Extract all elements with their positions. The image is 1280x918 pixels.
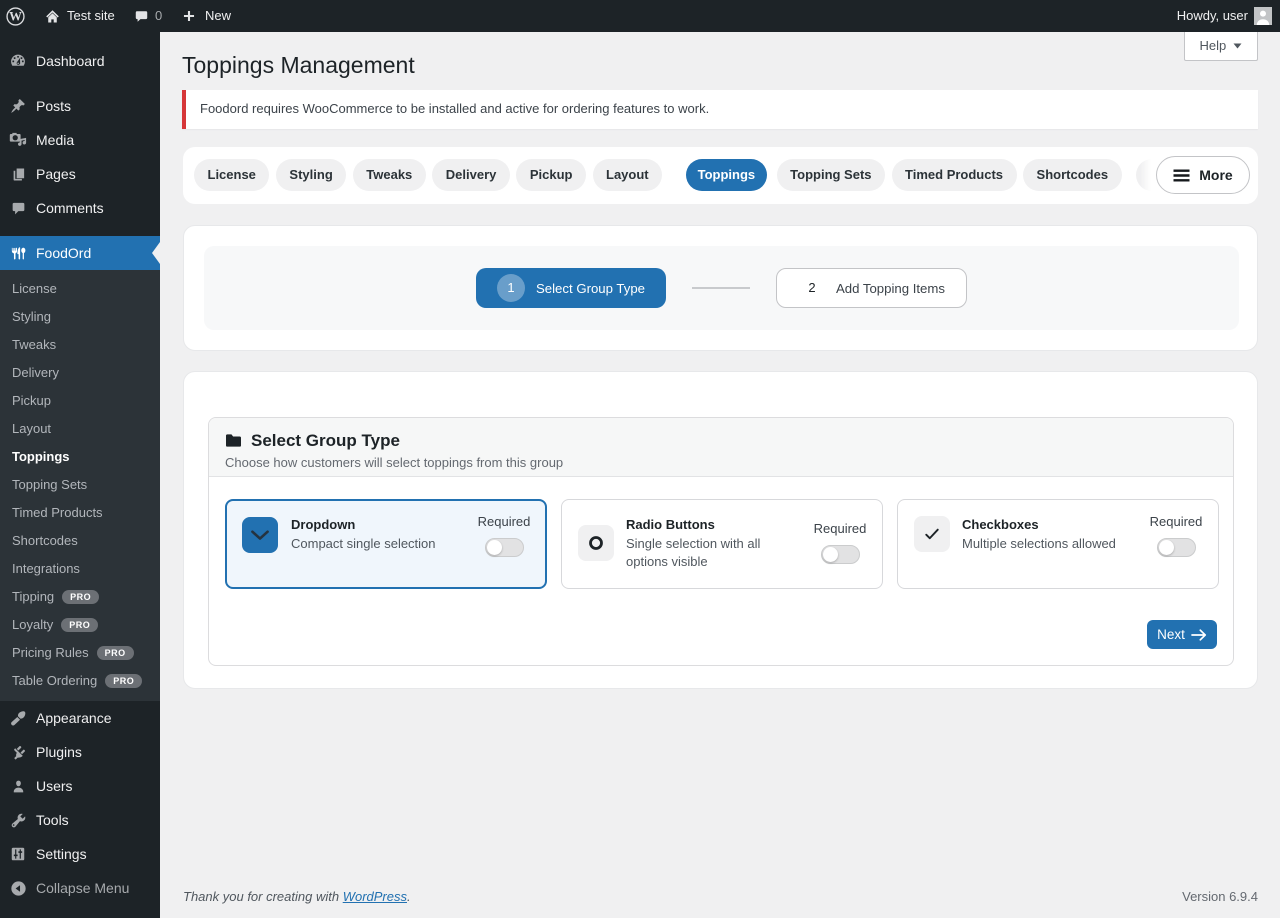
svg-text:W: W	[9, 9, 22, 23]
